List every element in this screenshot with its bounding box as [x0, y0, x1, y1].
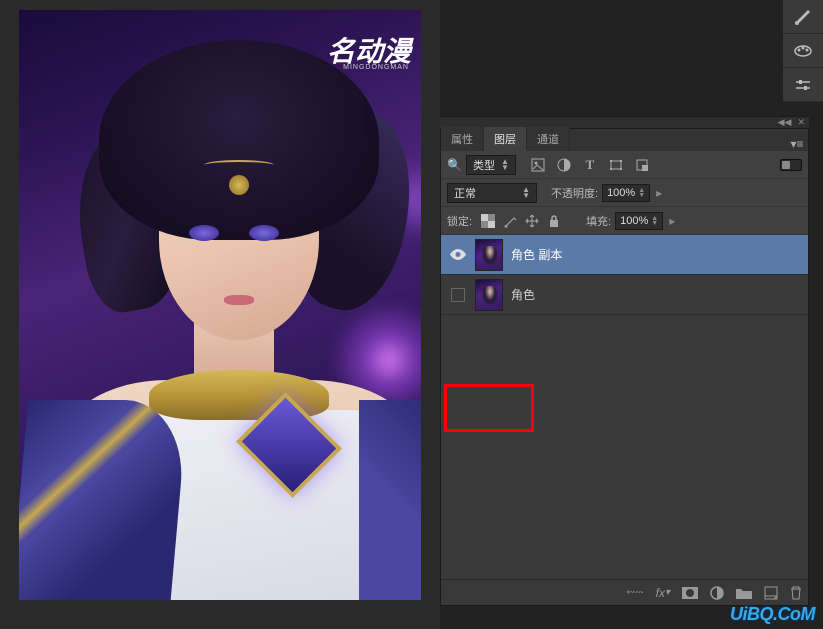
link-layers-icon[interactable]: ⬳: [627, 585, 644, 600]
layer-row[interactable]: 角色: [441, 275, 808, 315]
layers-list: 角色 副本 角色: [441, 235, 808, 579]
opacity-input[interactable]: 100% ▲▼: [602, 184, 650, 202]
layer-filter-row: 🔍 类型 ▲▼ T: [441, 151, 808, 179]
filter-type-icon[interactable]: T: [582, 157, 598, 173]
lock-label: 锁定:: [447, 213, 472, 229]
watermark-text: UiBQ.CoM: [730, 604, 815, 625]
lock-transparency-icon[interactable]: [480, 213, 496, 229]
layer-style-icon[interactable]: fx▾: [656, 586, 670, 600]
delete-layer-icon[interactable]: [790, 586, 802, 600]
eye-icon: [450, 249, 466, 260]
filter-shape-icon[interactable]: [608, 157, 624, 173]
layer-name-label[interactable]: 角色: [511, 286, 535, 303]
new-layer-icon[interactable]: [764, 586, 778, 600]
layers-panel: 属性 图层 通道 ▾≡ 🔍 类型 ▲▼ T: [440, 128, 809, 606]
panel-tabs: 属性 图层 通道 ▾≡: [441, 129, 808, 151]
dropdown-arrows-icon: ▲▼: [522, 187, 530, 199]
blend-mode-select[interactable]: 正常 ▲▼: [447, 183, 537, 203]
panel-close-icon[interactable]: ✕: [797, 117, 805, 128]
artwork-logo-sub: MINGDONGMAN: [343, 64, 409, 71]
document-canvas[interactable]: 名动漫 MINGDONGMAN: [19, 10, 421, 600]
stepper-icon[interactable]: ▲▼: [651, 216, 658, 226]
visibility-toggle[interactable]: [449, 246, 467, 264]
swatches-icon[interactable]: [783, 34, 823, 68]
filter-pixel-icon[interactable]: [530, 157, 546, 173]
search-icon: 🔍: [447, 158, 462, 172]
fill-input[interactable]: 100% ▲▼: [615, 212, 663, 230]
panel-menu-icon[interactable]: ▾≡: [786, 137, 808, 151]
filter-smartobject-icon[interactable]: [634, 157, 650, 173]
tab-layers[interactable]: 图层: [484, 127, 527, 151]
fill-label: 填充:: [586, 213, 611, 229]
layers-panel-footer: ⬳ fx▾: [441, 579, 808, 605]
adjustment-layer-icon[interactable]: [710, 586, 724, 600]
visibility-toggle[interactable]: [449, 286, 467, 304]
filter-toggle-switch[interactable]: [780, 159, 802, 171]
filter-kind-select[interactable]: 类型 ▲▼: [466, 155, 516, 175]
opacity-label: 不透明度:: [551, 185, 598, 201]
adjustments-icon[interactable]: [783, 68, 823, 102]
canvas-area: 名动漫 MINGDONGMAN: [0, 0, 440, 629]
layer-thumbnail[interactable]: [475, 239, 503, 271]
layer-thumbnail[interactable]: [475, 279, 503, 311]
tab-channels[interactable]: 通道: [527, 127, 570, 151]
brush-preset-icon[interactable]: [783, 0, 823, 34]
dropdown-arrows-icon: ▲▼: [501, 159, 509, 171]
filter-adjustment-icon[interactable]: [556, 157, 572, 173]
lock-image-icon[interactable]: [502, 213, 518, 229]
layer-row[interactable]: 角色 副本: [441, 235, 808, 275]
stepper-icon[interactable]: ▲▼: [638, 188, 645, 198]
layer-mask-icon[interactable]: [682, 587, 698, 599]
group-icon[interactable]: [736, 587, 752, 599]
panel-collapse-icon[interactable]: ◀◀: [778, 117, 792, 128]
layer-name-label[interactable]: 角色 副本: [511, 246, 562, 263]
blend-mode-row: 正常 ▲▼ 不透明度: 100% ▲▼ ▸: [441, 179, 808, 207]
artwork-illustration: [19, 10, 421, 600]
lock-position-icon[interactable]: [524, 213, 540, 229]
right-toolbar: [783, 0, 823, 102]
tab-properties[interactable]: 属性: [441, 127, 484, 151]
visibility-empty-icon: [451, 288, 465, 302]
lock-all-icon[interactable]: [546, 213, 562, 229]
opacity-flyout-icon[interactable]: ▸: [656, 186, 662, 200]
lock-row: 锁定: 填充: 100% ▲▼ ▸: [441, 207, 808, 235]
fill-flyout-icon[interactable]: ▸: [669, 214, 675, 228]
